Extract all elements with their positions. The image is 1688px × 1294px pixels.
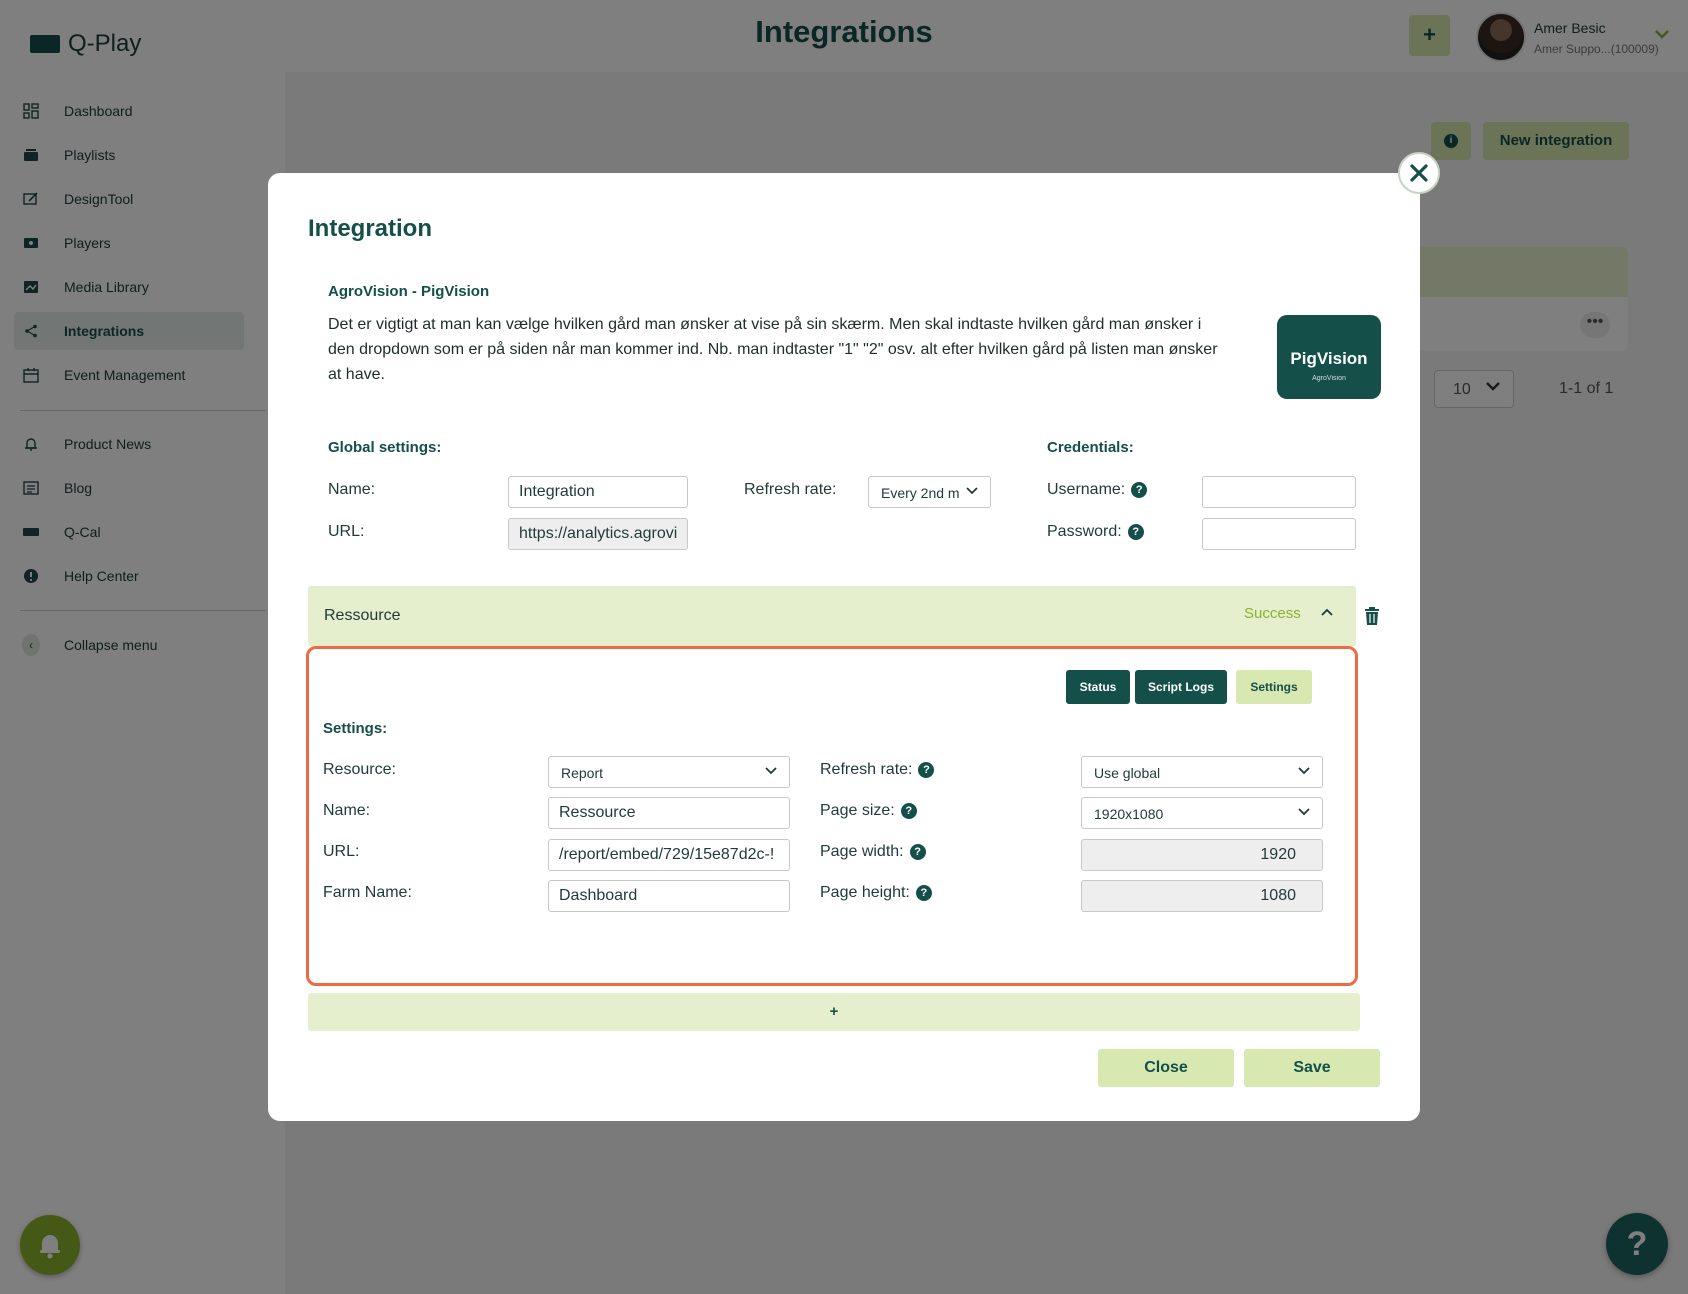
integration-modal: Integration AgroVision - PigVision Det e… — [268, 173, 1420, 1121]
page-width-input[interactable]: 1920 — [1081, 839, 1323, 871]
tab-status[interactable]: Status — [1066, 670, 1130, 704]
chevron-up-icon[interactable] — [1320, 604, 1334, 622]
chevron-down-icon — [765, 763, 777, 779]
username-label: Username: ? — [1047, 481, 1148, 499]
password-label: Password: ? — [1047, 523, 1144, 541]
page-width-label-text: Page width: — [820, 843, 904, 860]
page-size-value: 1920x1080 — [1094, 806, 1164, 822]
password-label-text: Password: — [1047, 523, 1122, 540]
help-icon[interactable]: ? — [918, 762, 935, 778]
resource-name-label: Name: — [323, 802, 371, 819]
add-resource-button[interactable]: + — [308, 993, 1360, 1031]
integration-name: AgroVision - PigVision — [328, 283, 490, 300]
trash-icon[interactable] — [1364, 606, 1380, 626]
resource-panel: Status Script Logs Settings Settings: Re… — [306, 646, 1358, 986]
status-badge: Success — [1244, 605, 1301, 622]
resource-refresh-select[interactable]: Use global — [1081, 756, 1323, 788]
chevron-down-icon — [966, 483, 978, 499]
farm-name-label: Farm Name: — [323, 884, 412, 901]
global-name-input[interactable]: Integration — [508, 476, 688, 508]
global-refresh-label: Refresh rate: — [744, 481, 837, 498]
resource-refresh-label: Refresh rate: ? — [820, 761, 935, 779]
resource-accordion-header[interactable]: Ressource Success — [308, 586, 1356, 646]
help-icon[interactable]: ? — [1131, 482, 1148, 498]
integration-description: Det er vigtigt at man kan vælge hvilken … — [328, 316, 1218, 383]
global-settings-heading: Global settings: — [328, 439, 442, 456]
username-label-text: Username: — [1047, 481, 1126, 498]
resource-select[interactable]: Report — [548, 756, 790, 788]
close-button[interactable]: Close — [1098, 1049, 1234, 1087]
close-icon[interactable] — [1398, 152, 1440, 194]
resource-title: Ressource — [324, 607, 401, 624]
help-icon[interactable]: ? — [900, 803, 917, 819]
resource-refresh-label-text: Refresh rate: — [820, 761, 913, 778]
page-width-label: Page width: ? — [820, 843, 926, 861]
global-url-label: URL: — [328, 523, 365, 540]
credentials-heading: Credentials: — [1047, 439, 1134, 456]
tab-settings[interactable]: Settings — [1236, 670, 1312, 704]
page-height-label-text: Page height: — [820, 884, 910, 901]
resource-url-input[interactable]: /report/embed/729/15e87d2c-! — [548, 839, 790, 871]
resource-select-value: Report — [561, 765, 604, 781]
resource-label: Resource: — [323, 761, 396, 778]
resource-url-label: URL: — [323, 843, 360, 860]
settings-heading: Settings: — [323, 720, 388, 737]
save-button[interactable]: Save — [1244, 1049, 1380, 1087]
global-url-input[interactable]: https://analytics.agrovi — [508, 518, 688, 550]
chevron-down-icon — [1298, 804, 1310, 820]
page-size-label-text: Page size: — [820, 802, 895, 819]
global-refresh-value: Every 2nd m — [881, 485, 960, 501]
pigvision-logo: PigVision AgroVision — [1277, 315, 1381, 399]
chevron-down-icon — [1298, 763, 1310, 779]
logo-title: PigVision — [1290, 349, 1368, 368]
global-refresh-select[interactable]: Every 2nd m — [868, 476, 991, 508]
farm-name-input[interactable]: Dashboard — [548, 880, 790, 912]
page-size-select[interactable]: 1920x1080 — [1081, 797, 1323, 829]
page-size-label: Page size: ? — [820, 802, 917, 820]
logo-subtitle: AgroVision — [1312, 375, 1346, 382]
resource-name-input[interactable]: Ressource — [548, 797, 790, 829]
password-input[interactable] — [1202, 518, 1356, 550]
modal-title: Integration — [308, 215, 432, 242]
username-input[interactable] — [1202, 476, 1356, 508]
page-height-label: Page height: ? — [820, 884, 932, 902]
help-icon[interactable]: ? — [1127, 524, 1144, 540]
tab-script-logs[interactable]: Script Logs — [1135, 670, 1227, 704]
resource-refresh-value: Use global — [1094, 765, 1161, 781]
page-height-input[interactable]: 1080 — [1081, 880, 1323, 912]
help-icon[interactable]: ? — [915, 885, 932, 901]
global-name-label: Name: — [328, 481, 376, 498]
help-icon[interactable]: ? — [909, 844, 926, 860]
